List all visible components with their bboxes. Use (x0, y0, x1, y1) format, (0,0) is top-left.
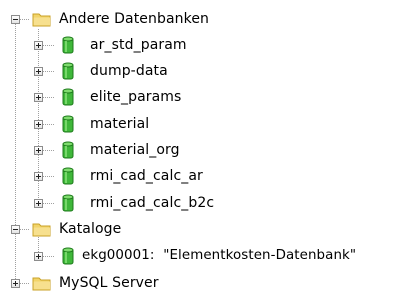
tree-node-label: Andere Datenbanken (59, 11, 210, 27)
tree-node-database[interactable]: rmi_cad_calc_b2c (0, 193, 260, 213)
tree-node-label: material (90, 116, 150, 132)
tree-node-kataloge[interactable]: Kataloge (0, 219, 200, 239)
tree-node-database[interactable]: dump-data (0, 61, 260, 81)
folder-icon (32, 277, 51, 291)
tree-node-database[interactable]: rmi_cad_calc_ar (0, 166, 260, 186)
expand-toggle[interactable] (34, 93, 43, 102)
expand-toggle[interactable] (34, 199, 43, 208)
tree-node-mysql-server[interactable]: MySQL Server (0, 273, 200, 293)
database-icon (62, 167, 74, 185)
collapse-toggle[interactable] (11, 15, 20, 24)
tree-node-label: rmi_cad_calc_ar (90, 168, 203, 184)
tree-node-label: elite_params (90, 89, 182, 105)
tree-node-label: rmi_cad_calc_b2c (90, 195, 215, 211)
database-icon (62, 247, 74, 265)
tree-node-label: MySQL Server (59, 275, 159, 291)
object-tree: Andere Datenbanken ar_std_param dump-dat… (0, 0, 396, 294)
database-icon (62, 36, 74, 54)
expand-toggle[interactable] (11, 279, 20, 288)
tree-node-database[interactable]: elite_params (0, 87, 260, 107)
tree-node-label: ekg00001: "Elementkosten-Datenbank" (82, 248, 357, 263)
expand-toggle[interactable] (34, 67, 43, 76)
expand-toggle[interactable] (34, 146, 43, 155)
tree-node-database[interactable]: material_org (0, 140, 260, 160)
tree-node-database[interactable]: ekg00001: "Elementkosten-Datenbank" (0, 246, 396, 266)
database-icon (62, 62, 74, 80)
tree-node-label: ar_std_param (90, 37, 187, 53)
collapse-toggle[interactable] (11, 225, 20, 234)
database-icon (62, 194, 74, 212)
expand-toggle[interactable] (34, 41, 43, 50)
tree-node-database[interactable]: ar_std_param (0, 35, 260, 55)
folder-icon (32, 13, 51, 27)
folder-icon (32, 223, 51, 237)
tree-node-label: material_org (90, 142, 180, 158)
expand-toggle[interactable] (34, 120, 43, 129)
tree-node-label: Kataloge (59, 221, 122, 237)
database-icon (62, 115, 74, 133)
tree-node-database[interactable]: material (0, 114, 260, 134)
expand-toggle[interactable] (34, 172, 43, 181)
tree-node-andere-datenbanken[interactable]: Andere Datenbanken (0, 9, 260, 29)
expand-toggle[interactable] (34, 252, 43, 261)
database-icon (62, 88, 74, 106)
tree-node-label: dump-data (90, 63, 168, 79)
database-icon (62, 141, 74, 159)
